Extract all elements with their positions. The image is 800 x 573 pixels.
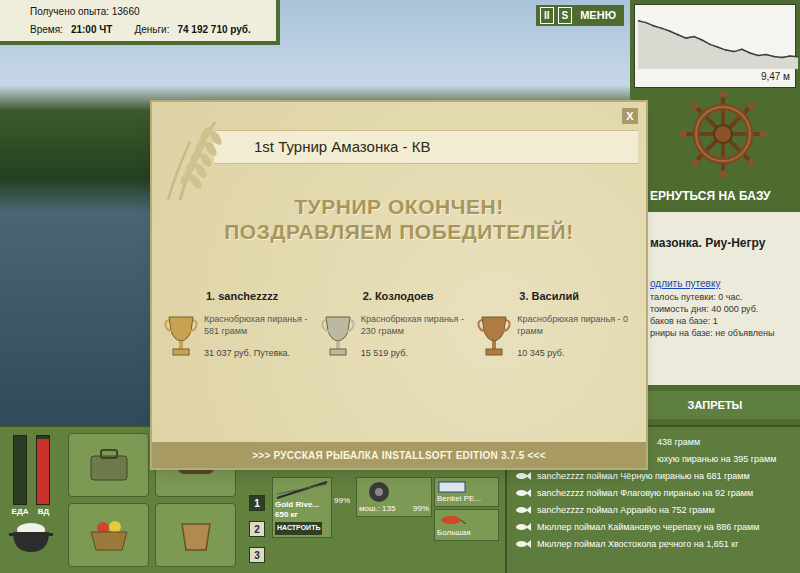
bucket-tile[interactable] [155, 503, 236, 567]
top-button[interactable]: S [558, 7, 573, 24]
lure-tile[interactable]: Большая [434, 509, 499, 541]
winner-name: 1. sanchezzzz [164, 288, 321, 305]
game-screen: Получено опыта: 13660 Время: 21:00 ЧТ Деньг… [0, 0, 800, 573]
depth-chart [638, 11, 798, 69]
location-info: мазонка. Риу-Негру одлить путевкуталось п… [630, 212, 800, 385]
winners: 1. sanchezzzz Краснобрюхая пиранья - 581 … [152, 288, 646, 359]
fish-icon [515, 522, 531, 532]
slot-button[interactable]: 1 [249, 495, 265, 511]
dialog-footer: >>> РУССКАЯ РЫБАЛКА INSTALLSOFT EDITION … [152, 442, 646, 468]
catch-log-row: sanchezzzz поймал Флаговую пиранью на 92… [507, 484, 800, 501]
winner-catch: Краснобрюхая пиранья - 230 грамм [361, 313, 473, 337]
top-buttons: IISМЕНЮ [536, 5, 624, 26]
catch-log-row: Мюллер поймал Хвостокола речного на 1,65… [507, 535, 800, 552]
wheel-area [630, 88, 800, 180]
catch-log-row: sanchezzzz поймал Арраийо на 752 грамм [507, 501, 800, 518]
time-value: 21:00 ЧТ [71, 22, 113, 37]
winner-card: 2. Козлодоев Краснобрюхая пиранья - 230 г… [321, 288, 478, 359]
time-label: Время: [30, 22, 63, 37]
experience: Получено опыта: 13660 [30, 4, 276, 19]
right-panel: 9,47 мЕРНУТЬСЯ НА БАЗУмазонка. Риу-Негру… [630, 0, 800, 425]
line-tile[interactable]: Benkei PE... [434, 477, 499, 507]
status-bar-fill [37, 439, 49, 504]
winner-name: 3. Василий [477, 288, 634, 305]
fish-icon [515, 505, 531, 515]
close-button[interactable]: X [622, 108, 638, 124]
catch-log-row: Мюллер поймал Каймановую черепаху на 886… [507, 518, 800, 535]
reel-icon [359, 480, 399, 504]
depth-panel: 9,47 м [634, 4, 796, 88]
top-button[interactable]: МЕНЮ [576, 7, 620, 24]
winner-catch: Краснобрюхая пиранья - 581 грамм [204, 313, 316, 337]
info-line: тоимость дня: 40 000 руб. [650, 303, 798, 315]
winner-prize: 10 345 руб. [517, 347, 629, 359]
bag-icon [87, 448, 131, 482]
winner-name: 2. Козлодоев [321, 288, 478, 305]
line-spool-icon [437, 480, 467, 494]
tournament-dialog: X 1st Турнир Амазонка - КВ ТУРНИР ОКОНЧЕН!… [150, 100, 648, 470]
reel-tile[interactable]: мош.: 13599% [356, 477, 432, 517]
bucket-icon [174, 518, 218, 552]
dialog-title: 1st Турнир Амазонка - КВ [254, 136, 430, 159]
location-name: мазонка. Риу-Негру [650, 234, 798, 252]
wheat-icon [160, 112, 230, 202]
winner-card: 1. sanchezzzz Краснобрюхая пиранья - 581 … [164, 288, 321, 359]
fish-icon [515, 539, 531, 549]
trophy-icon [164, 313, 198, 359]
basket-tile[interactable] [68, 503, 149, 567]
info-line: талось путевки: 0 час. [650, 291, 798, 303]
setup-button[interactable]: НАСТРОИТЬ [275, 522, 322, 535]
winner-prize: 15 519 руб. [361, 347, 473, 359]
ship-wheel-icon[interactable] [680, 91, 766, 177]
money-value: 74 192 710 руб. [177, 22, 250, 37]
lure-icon [437, 512, 467, 528]
rod-wear: 99% [334, 477, 350, 573]
basket-icon [87, 518, 131, 552]
status-bar: ЕДА [12, 435, 29, 517]
pot-icon[interactable] [9, 520, 53, 554]
rod-tile[interactable]: Gold Rive...650 кгНАСТРОИТЬ [272, 477, 332, 538]
dialog-header: 1st Турнир Амазонка - КВ [214, 130, 638, 164]
trophy-icon [477, 313, 511, 359]
info-line: баков на базе: 1 [650, 315, 798, 327]
trophy-icon [321, 313, 355, 359]
extend-link[interactable]: одлить путевку [650, 276, 798, 291]
hud-panel: Получено опыта: 13660 Время: 21:00 ЧТ Деньг… [0, 0, 280, 45]
bans-button[interactable]: ЗАПРЕТЫ [630, 391, 800, 419]
slot-button[interactable]: 3 [249, 547, 265, 563]
status-section: ЕДА ВД [0, 427, 62, 573]
slot-button[interactable]: 2 [249, 521, 265, 537]
return-button[interactable]: ЕРНУТЬСЯ НА БАЗУ [630, 180, 800, 212]
status-bar: ВД [36, 435, 50, 517]
depth-reading: 9,47 м [761, 69, 790, 84]
top-button[interactable]: II [540, 7, 554, 24]
winner-card: 3. Василий Краснобрюхая пиранья - 0 грамм… [477, 288, 634, 359]
winner-catch: Краснобрюхая пиранья - 0 грамм [517, 313, 629, 337]
money-label: Деньги: [134, 22, 169, 37]
bag-tile[interactable] [68, 433, 149, 497]
fish-icon [515, 471, 531, 481]
winner-prize: 31 037 руб. Путевка. [204, 347, 316, 359]
info-line: рниры на базе: не объявлены [650, 327, 798, 339]
rod-icon [275, 480, 329, 500]
headline: ТУРНИР ОКОНЧЕН!ПОЗДРАВЛЯЕМ ПОБЕДИТЕЛЕЙ! [152, 194, 646, 244]
fish-icon [515, 488, 531, 498]
